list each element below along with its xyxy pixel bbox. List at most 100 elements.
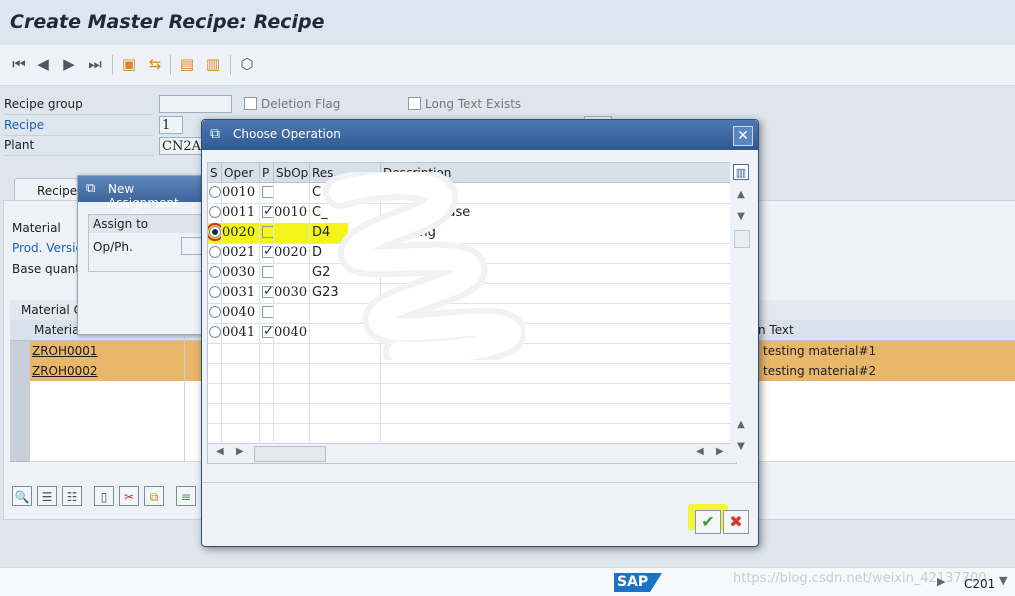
row-selector[interactable] bbox=[10, 341, 30, 362]
scroll-right-icon[interactable]: ▶ bbox=[236, 446, 244, 457]
choose-operation-dialog: ⧉ Choose Operation ✕ S Oper P SbOp Res. … bbox=[201, 119, 759, 547]
operation-row[interactable] bbox=[208, 423, 736, 444]
continue-button[interactable]: ✔ bbox=[695, 510, 721, 534]
material-components-label: Material C bbox=[21, 303, 82, 317]
row-selector[interactable] bbox=[10, 421, 30, 442]
edit-list-icon[interactable]: ☰ bbox=[37, 486, 57, 506]
operation-row[interactable] bbox=[208, 363, 736, 384]
select-radio[interactable] bbox=[209, 206, 221, 218]
scroll-thumb[interactable] bbox=[734, 230, 750, 248]
prod-version-label[interactable]: Prod. Versio bbox=[12, 241, 83, 255]
plant-label: Plant bbox=[4, 138, 35, 152]
new-assignment-titlebar: ⧉ New Assignment bbox=[78, 176, 208, 210]
oper-cell: 0030 bbox=[222, 263, 260, 283]
cancel-button[interactable]: ✖ bbox=[723, 510, 749, 534]
oper-cell: 0020 bbox=[222, 223, 260, 243]
vertical-scrollbar[interactable]: ▥ ▲ ▼ ▲ ▼ bbox=[730, 162, 752, 462]
col-short-text[interactable]: n Text bbox=[758, 323, 794, 337]
align-icon[interactable]: ≡ bbox=[176, 486, 196, 506]
col-p[interactable]: P bbox=[260, 163, 274, 183]
material-link[interactable]: ZROH0001 bbox=[32, 344, 98, 358]
new-assignment-title: New Assignment bbox=[108, 182, 179, 210]
material-link[interactable]: ZROH0002 bbox=[32, 364, 98, 378]
status-bar: SAP https://blog.csdn.net/weixin_4213770… bbox=[0, 567, 1015, 596]
oper-cell: 0040 bbox=[222, 303, 260, 323]
new-entry-icon[interactable]: ▯ bbox=[94, 486, 114, 506]
phase-checkbox bbox=[262, 226, 273, 238]
window-icon: ⧉ bbox=[210, 126, 220, 142]
recipe-input[interactable]: 1 bbox=[159, 116, 183, 134]
header-icon[interactable]: ▣ bbox=[120, 55, 138, 73]
phase-checkbox: ✓ bbox=[262, 284, 274, 299]
details-icon[interactable]: 🔍 bbox=[12, 486, 32, 506]
system-dropdown-icon[interactable]: ▼ bbox=[999, 574, 1007, 587]
application-toolbar: ⏮ ◀ ▶ ⏭ ▣ ⇆ ▤ ▥ ⬡ bbox=[0, 45, 1015, 86]
scroll-page-up-icon[interactable]: ▲ bbox=[734, 418, 748, 432]
assign-to-header: Assign to bbox=[89, 215, 209, 233]
assign-icon[interactable]: ⇆ bbox=[146, 55, 164, 73]
select-radio[interactable] bbox=[209, 286, 221, 298]
last-page-icon[interactable]: ⏭ bbox=[86, 55, 104, 73]
scroll-left-icon[interactable]: ◀ bbox=[216, 446, 224, 457]
select-radio[interactable] bbox=[209, 326, 221, 338]
select-radio[interactable] bbox=[209, 266, 221, 278]
row-selector[interactable] bbox=[10, 361, 30, 382]
operation-row[interactable] bbox=[208, 403, 736, 424]
sap-logo: SAP bbox=[614, 573, 662, 592]
scroll-up-icon[interactable]: ▲ bbox=[734, 188, 748, 202]
scroll-page-down-icon[interactable]: ▼ bbox=[734, 440, 748, 454]
phase-checkbox: ✓ bbox=[262, 324, 274, 339]
choose-operation-title: Choose Operation bbox=[233, 127, 341, 141]
col-material[interactable]: Material bbox=[34, 323, 83, 337]
scroll-left-icon[interactable]: ◀ bbox=[696, 446, 704, 457]
material-label: Material bbox=[12, 221, 61, 235]
row-selector[interactable] bbox=[10, 381, 30, 402]
cut-icon[interactable]: ✂ bbox=[119, 486, 139, 506]
select-radio[interactable] bbox=[209, 306, 221, 318]
scroll-down-icon[interactable]: ▼ bbox=[734, 210, 748, 224]
field-separator bbox=[4, 114, 154, 115]
recipe-label[interactable]: Recipe bbox=[4, 118, 44, 132]
choose-operation-titlebar: ⧉ Choose Operation ✕ bbox=[202, 120, 758, 150]
col-oper[interactable]: Oper bbox=[222, 163, 260, 183]
check-icon[interactable]: ⬡ bbox=[238, 55, 256, 73]
select-radio[interactable] bbox=[209, 246, 221, 258]
close-icon[interactable]: ✕ bbox=[733, 126, 753, 146]
material-list-icon[interactable]: ▥ bbox=[204, 55, 222, 73]
footer-divider bbox=[202, 482, 758, 483]
previous-page-icon[interactable]: ◀ bbox=[34, 55, 52, 73]
field-separator bbox=[4, 135, 154, 136]
row-selector[interactable] bbox=[10, 401, 30, 422]
row-selector[interactable] bbox=[10, 441, 30, 462]
deletion-flag-label: Deletion Flag bbox=[261, 97, 341, 111]
edit-list2-icon[interactable]: ☷ bbox=[62, 486, 82, 506]
operations-icon[interactable]: ▤ bbox=[178, 55, 196, 73]
first-page-icon[interactable]: ⏮ bbox=[10, 55, 28, 73]
oper-cell: 0031 bbox=[222, 283, 260, 303]
oper-cell: 0010 bbox=[222, 183, 260, 203]
title-bar: Create Master Recipe: Recipe bbox=[0, 0, 1015, 46]
recipe-group-input[interactable] bbox=[159, 95, 232, 113]
select-radio[interactable] bbox=[209, 186, 221, 198]
operation-row[interactable] bbox=[208, 383, 736, 404]
phase-checkbox bbox=[262, 266, 273, 278]
horizontal-scrollbar[interactable]: ◀ ▶ ◀ ▶ bbox=[208, 443, 736, 463]
scroll-right-icon[interactable]: ▶ bbox=[716, 446, 724, 457]
plant-input[interactable]: CN2A bbox=[159, 137, 203, 155]
column-config-icon[interactable]: ▥ bbox=[733, 164, 749, 180]
recipe-group-label: Recipe group bbox=[4, 97, 83, 111]
next-page-icon[interactable]: ▶ bbox=[60, 55, 78, 73]
col-s[interactable]: S bbox=[208, 163, 222, 183]
long-text-checkbox[interactable] bbox=[408, 97, 421, 110]
system-id: C201 bbox=[964, 577, 996, 591]
toolbar-separator bbox=[112, 55, 113, 75]
scroll-thumb[interactable] bbox=[254, 446, 326, 462]
hierarchy-icon[interactable]: ⧉ bbox=[144, 486, 164, 506]
tab-recipe-label: Recipe bbox=[37, 184, 78, 198]
status-arrow-icon[interactable]: ▶ bbox=[937, 575, 945, 588]
toolbar-separator bbox=[170, 55, 171, 75]
deletion-flag-checkbox[interactable] bbox=[244, 97, 257, 110]
window-title: Create Master Recipe: Recipe bbox=[10, 11, 325, 33]
oper-cell: 0041 bbox=[222, 323, 260, 343]
select-radio-selected[interactable] bbox=[208, 223, 221, 241]
